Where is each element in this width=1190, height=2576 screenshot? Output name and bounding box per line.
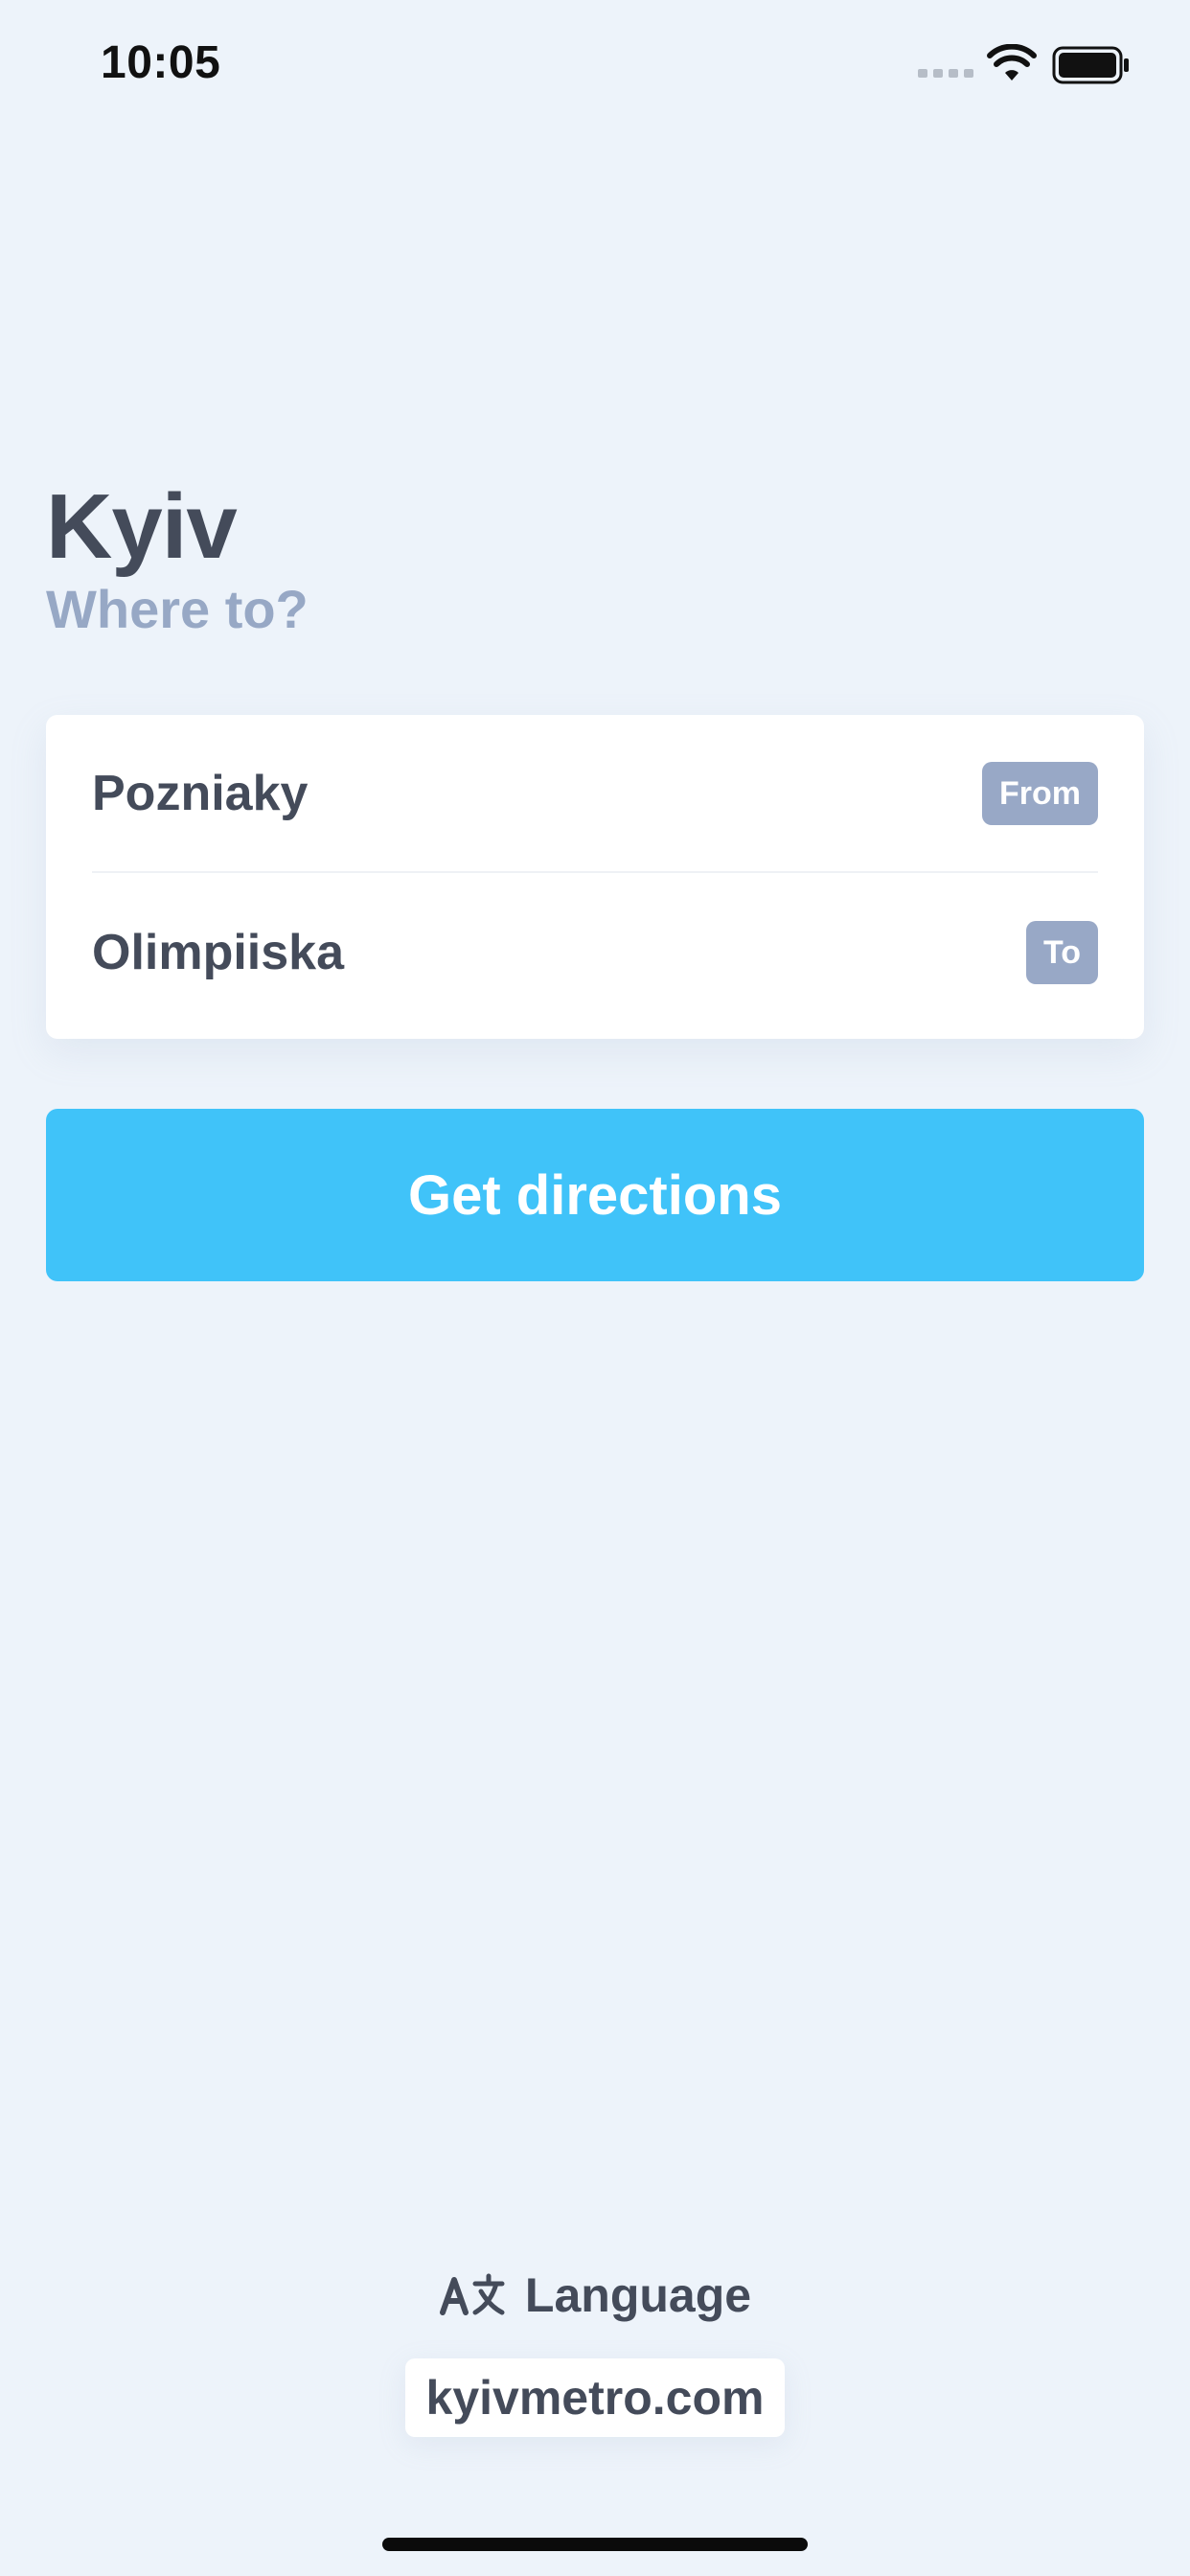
from-station-row[interactable]: Pozniaky From bbox=[92, 715, 1098, 872]
language-label: Language bbox=[524, 2268, 752, 2322]
language-button[interactable]: Language bbox=[0, 2262, 1190, 2329]
page-title: Kyiv bbox=[46, 475, 238, 578]
status-time: 10:05 bbox=[101, 37, 221, 88]
from-station-name: Pozniaky bbox=[92, 766, 309, 821]
wifi-icon bbox=[987, 43, 1037, 87]
to-badge: To bbox=[1025, 921, 1098, 984]
website-link[interactable]: kyivmetro.com bbox=[405, 2358, 785, 2437]
status-bar: 10:05 bbox=[0, 0, 1190, 134]
route-divider bbox=[92, 871, 1098, 873]
to-station-name: Olimpiiska bbox=[92, 925, 344, 980]
route-card: Pozniaky From Olimpiiska To bbox=[46, 715, 1144, 1039]
from-badge: From bbox=[982, 762, 1098, 825]
home-indicator[interactable] bbox=[382, 2538, 808, 2551]
get-directions-button[interactable]: Get directions bbox=[46, 1109, 1144, 1281]
battery-icon bbox=[1052, 46, 1131, 89]
page-subtitle: Where to? bbox=[46, 579, 309, 639]
to-station-row[interactable]: Olimpiiska To bbox=[92, 874, 1098, 1031]
translate-icon bbox=[439, 2270, 506, 2320]
cellular-signal-icon bbox=[918, 69, 973, 78]
